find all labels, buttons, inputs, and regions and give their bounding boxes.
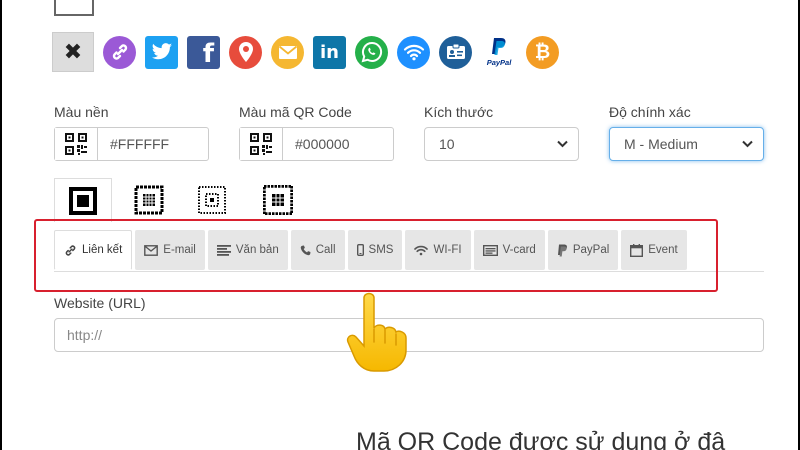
bitcoin-icon[interactable]: ₿ bbox=[526, 35, 559, 69]
chevron-down-icon bbox=[742, 140, 753, 148]
qr-color-value: #000000 bbox=[295, 136, 350, 152]
bg-color-field[interactable]: #FFFFFF bbox=[54, 127, 209, 161]
frame-style-pixel[interactable] bbox=[249, 178, 307, 222]
wifi-icon[interactable] bbox=[397, 35, 430, 69]
size-value: 10 bbox=[439, 136, 455, 152]
paypal-wordmark: PayPal bbox=[486, 58, 512, 67]
frame-style-dashed[interactable] bbox=[120, 178, 178, 222]
article-heading: Mã QR Code được sử dụng ở đâ bbox=[356, 428, 726, 450]
pointing-hand-icon bbox=[344, 290, 410, 379]
bg-color-label: Màu nền bbox=[54, 104, 109, 120]
bg-color-value: #FFFFFF bbox=[110, 136, 170, 152]
qr-code-icon bbox=[240, 128, 283, 160]
accuracy-select[interactable]: M - Medium bbox=[609, 127, 764, 161]
accuracy-label: Độ chính xác bbox=[609, 104, 691, 120]
app-window: ✖ f in PayPal ₿ Màu nền #FFFFFF Màu mã Q… bbox=[2, 0, 798, 450]
whatsapp-icon[interactable] bbox=[355, 35, 388, 69]
website-url-placeholder: http:// bbox=[67, 327, 103, 343]
close-icon[interactable]: ✖ bbox=[52, 32, 94, 72]
vcard-icon[interactable] bbox=[439, 35, 472, 69]
annotation-highlight-box bbox=[34, 219, 718, 292]
website-url-label: Website (URL) bbox=[54, 295, 146, 311]
size-select[interactable]: 10 bbox=[424, 127, 579, 161]
qr-color-label: Màu mã QR Code bbox=[239, 104, 352, 120]
partial-element bbox=[54, 0, 94, 16]
size-label: Kích thước bbox=[424, 104, 494, 120]
frame-style-solid[interactable] bbox=[54, 178, 112, 222]
qr-type-icon-row: ✖ f in PayPal ₿ bbox=[52, 32, 559, 72]
location-pin-icon[interactable] bbox=[229, 35, 262, 69]
frame-style-dotted[interactable] bbox=[183, 178, 241, 222]
qr-color-field[interactable]: #000000 bbox=[239, 127, 394, 161]
email-icon[interactable] bbox=[271, 35, 304, 69]
accuracy-value: M - Medium bbox=[624, 136, 698, 152]
chevron-down-icon bbox=[557, 140, 568, 148]
qr-code-icon bbox=[55, 128, 98, 160]
linkedin-icon[interactable]: in bbox=[313, 35, 346, 69]
twitter-icon[interactable] bbox=[145, 35, 178, 69]
link-icon[interactable] bbox=[103, 35, 136, 69]
paypal-icon[interactable]: PayPal bbox=[481, 36, 517, 69]
facebook-icon[interactable]: f bbox=[187, 35, 220, 69]
